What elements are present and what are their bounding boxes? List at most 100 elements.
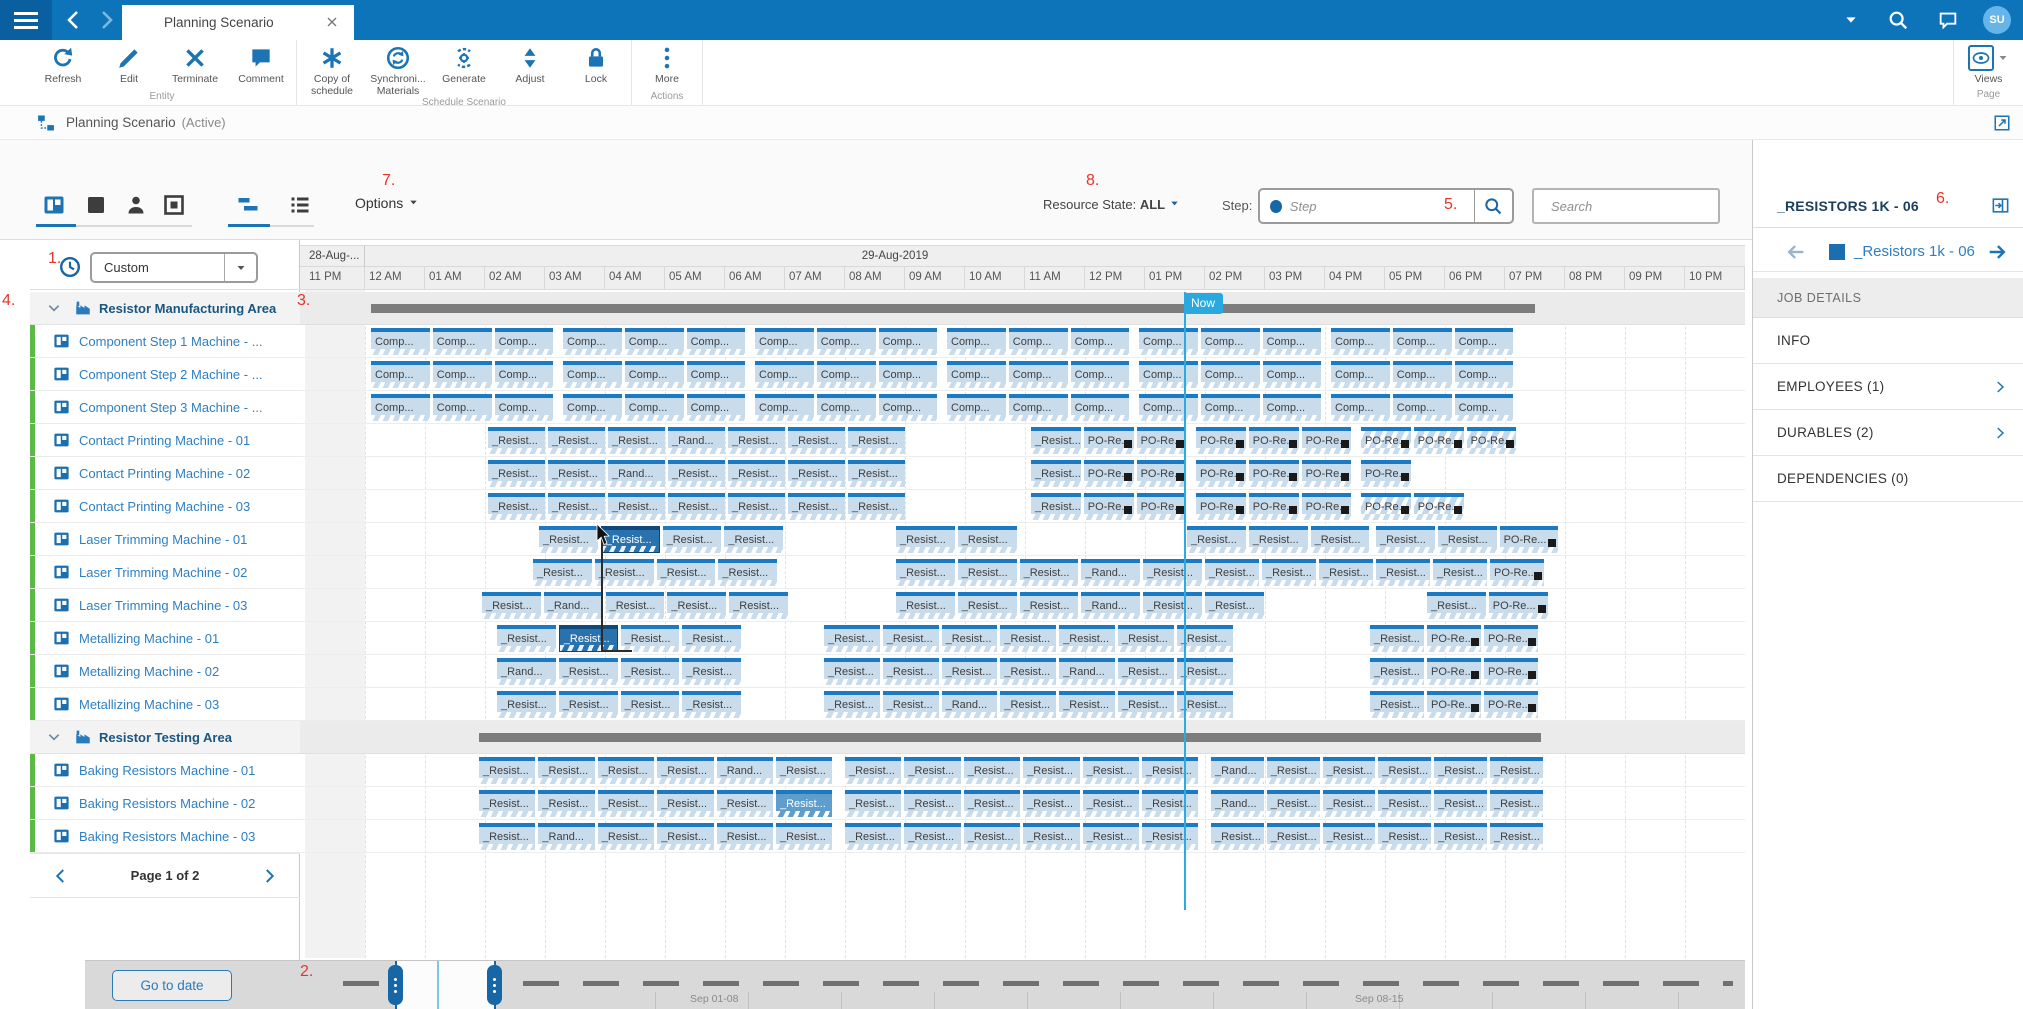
gantt-bar[interactable]: Comp...: [1455, 361, 1514, 388]
gantt-bar[interactable]: _Resist...: [1211, 823, 1264, 850]
gantt-bar[interactable]: PO-Re...: [1414, 427, 1464, 454]
gantt-bar[interactable]: _Resist...: [1370, 658, 1424, 685]
gantt-bar[interactable]: Comp...: [1263, 328, 1322, 355]
gantt-bar[interactable]: _Resist...: [668, 493, 725, 520]
resource-state-dropdown[interactable]: Resource State: ALL: [1043, 197, 1180, 212]
gantt-bar[interactable]: Comp...: [1071, 328, 1130, 355]
gantt-bar[interactable]: _Resist...: [845, 757, 901, 784]
gantt-bar[interactable]: Comp...: [1009, 394, 1068, 421]
gantt-bar[interactable]: PO-Re...: [1361, 460, 1411, 487]
gantt-bar[interactable]: PO-Re...: [1249, 460, 1299, 487]
gantt-bar[interactable]: _Resist...: [1142, 823, 1198, 850]
gantt-bar[interactable]: _Resist...: [904, 823, 960, 850]
gantt-bar[interactable]: Comp...: [433, 361, 492, 388]
tree-machine-row[interactable]: Baking Resistors Machine - 01: [30, 754, 300, 787]
gantt-bar[interactable]: Comp...: [1201, 361, 1260, 388]
gantt-bar[interactable]: Comp...: [755, 361, 814, 388]
slider-handle-right[interactable]: [487, 965, 502, 1005]
gantt-bar[interactable]: _Resist...: [728, 427, 785, 454]
gantt-bar[interactable]: _Resist...: [717, 823, 773, 850]
gantt-bar[interactable]: Comp...: [625, 328, 684, 355]
gantt-bar[interactable]: _Resist...: [1370, 625, 1424, 652]
forward-icon[interactable]: [94, 8, 118, 32]
gantt-bar[interactable]: Comp...: [1263, 394, 1322, 421]
gantt-bar[interactable]: Comp...: [947, 328, 1006, 355]
gantt-bar[interactable]: _Resist...: [682, 691, 741, 718]
gantt-bar[interactable]: Comp...: [563, 361, 622, 388]
gantt-bar[interactable]: _Resist...: [788, 427, 845, 454]
gantt-bar[interactable]: PO-Re...: [1484, 625, 1538, 652]
panel-item-info[interactable]: INFO: [1753, 318, 2023, 364]
gantt-bar[interactable]: _Resist...: [1267, 823, 1320, 850]
gantt-bar[interactable]: _Resist...: [904, 790, 960, 817]
gantt-bar[interactable]: _Resist...: [1376, 526, 1435, 553]
page-prev-icon[interactable]: [52, 867, 70, 885]
gantt-bar[interactable]: _Resist...: [848, 460, 905, 487]
gantt-bar[interactable]: _Resist...: [824, 691, 880, 718]
gantt-bar[interactable]: Comp...: [879, 361, 938, 388]
sync-materials-button[interactable]: Synchroni... Materials: [365, 40, 431, 97]
gantt-bar[interactable]: Comp...: [1071, 361, 1130, 388]
gantt-bar[interactable]: Comp...: [687, 328, 746, 355]
gantt-bar[interactable]: _Resist...: [942, 625, 998, 652]
gantt-bar[interactable]: PO-Re...: [1084, 427, 1134, 454]
gantt-bar[interactable]: Comp...: [687, 394, 746, 421]
gantt-bar[interactable]: _Resist...: [1023, 823, 1079, 850]
gantt-bar[interactable]: _Resist...: [776, 790, 832, 817]
gantt-bar[interactable]: Comp...: [1139, 328, 1198, 355]
gantt-bar[interactable]: _Resist...: [482, 592, 541, 619]
gantt-bar[interactable]: _Resist...: [1031, 460, 1081, 487]
gantt-bar[interactable]: _Resist...: [598, 823, 654, 850]
gantt-bar[interactable]: _Resist...: [1319, 559, 1373, 586]
gantt-bar[interactable]: PO-Re...: [1490, 559, 1544, 586]
gantt-bar[interactable]: _Resist...: [1323, 790, 1376, 817]
gantt-bar[interactable]: _Resist...: [682, 625, 741, 652]
tree-machine-row[interactable]: Contact Printing Machine - 03: [30, 490, 300, 523]
gantt-bar[interactable]: _Rand...: [497, 658, 556, 685]
gantt-bar[interactable]: _Resist...: [608, 493, 665, 520]
gantt-bar[interactable]: Comp...: [1393, 394, 1452, 421]
gantt-bar[interactable]: _Resist...: [904, 757, 960, 784]
gantt-bar[interactable]: _Resist...: [883, 625, 939, 652]
gantt-bar[interactable]: _Resist...: [1323, 757, 1376, 784]
go-to-date-button[interactable]: Go to date: [112, 970, 232, 1001]
gantt-bar[interactable]: Comp...: [755, 328, 814, 355]
gantt-bar[interactable]: Comp...: [1139, 361, 1198, 388]
gantt-bar[interactable]: _Resist...: [608, 427, 665, 454]
gantt-bar[interactable]: Comp...: [817, 361, 876, 388]
tree-machine-row[interactable]: Baking Resistors Machine - 03: [30, 820, 300, 853]
gantt-bar[interactable]: _Resist...: [896, 592, 955, 619]
generate-button[interactable]: Generate: [431, 40, 497, 97]
gantt-bar[interactable]: Comp...: [495, 394, 554, 421]
gantt-bar[interactable]: PO-Re...: [1137, 427, 1187, 454]
edit-button[interactable]: Edit: [96, 40, 162, 91]
gantt-bar[interactable]: Comp...: [625, 361, 684, 388]
gantt-bar[interactable]: Comp...: [1331, 394, 1390, 421]
gantt-bar[interactable]: _Resist...: [497, 625, 556, 652]
gantt-bar[interactable]: _Resist...: [1118, 658, 1174, 685]
gantt-bar[interactable]: _Resist...: [1020, 559, 1079, 586]
gantt-bar[interactable]: _Resist...: [1143, 592, 1202, 619]
gantt-bar[interactable]: _Resist...: [621, 691, 680, 718]
gantt-bar[interactable]: _Resist...: [729, 592, 788, 619]
gantt-bar[interactable]: Comp...: [1263, 361, 1322, 388]
gantt-bar[interactable]: Comp...: [1201, 394, 1260, 421]
gantt-bar[interactable]: _Resist...: [548, 460, 605, 487]
chevron-down-icon[interactable]: [46, 300, 62, 316]
back-icon[interactable]: [62, 8, 86, 32]
gantt-bar[interactable]: _Resist...: [1490, 790, 1543, 817]
gantt-bar[interactable]: _Resist...: [1267, 790, 1320, 817]
gantt-bar[interactable]: PO-Re...: [1249, 493, 1299, 520]
gantt-bar[interactable]: _Resist...: [1434, 757, 1487, 784]
gantt-bar[interactable]: _Resist...: [1311, 526, 1370, 553]
gantt-bar[interactable]: PO-Re...: [1137, 460, 1187, 487]
copy-schedule-button[interactable]: Copy of schedule: [299, 40, 365, 97]
gantt-bar[interactable]: _Rand...: [1059, 658, 1115, 685]
period-selector[interactable]: Custom: [90, 252, 258, 283]
tree-machine-row[interactable]: Metallizing Machine - 02: [30, 655, 300, 688]
gantt-bar[interactable]: _Resist...: [488, 427, 545, 454]
gantt-bar[interactable]: _Resist...: [776, 823, 832, 850]
gantt-bar[interactable]: Comp...: [371, 328, 430, 355]
expand-panel-icon[interactable]: [1993, 114, 2011, 132]
gantt-bar[interactable]: PO-Re...: [1084, 493, 1134, 520]
